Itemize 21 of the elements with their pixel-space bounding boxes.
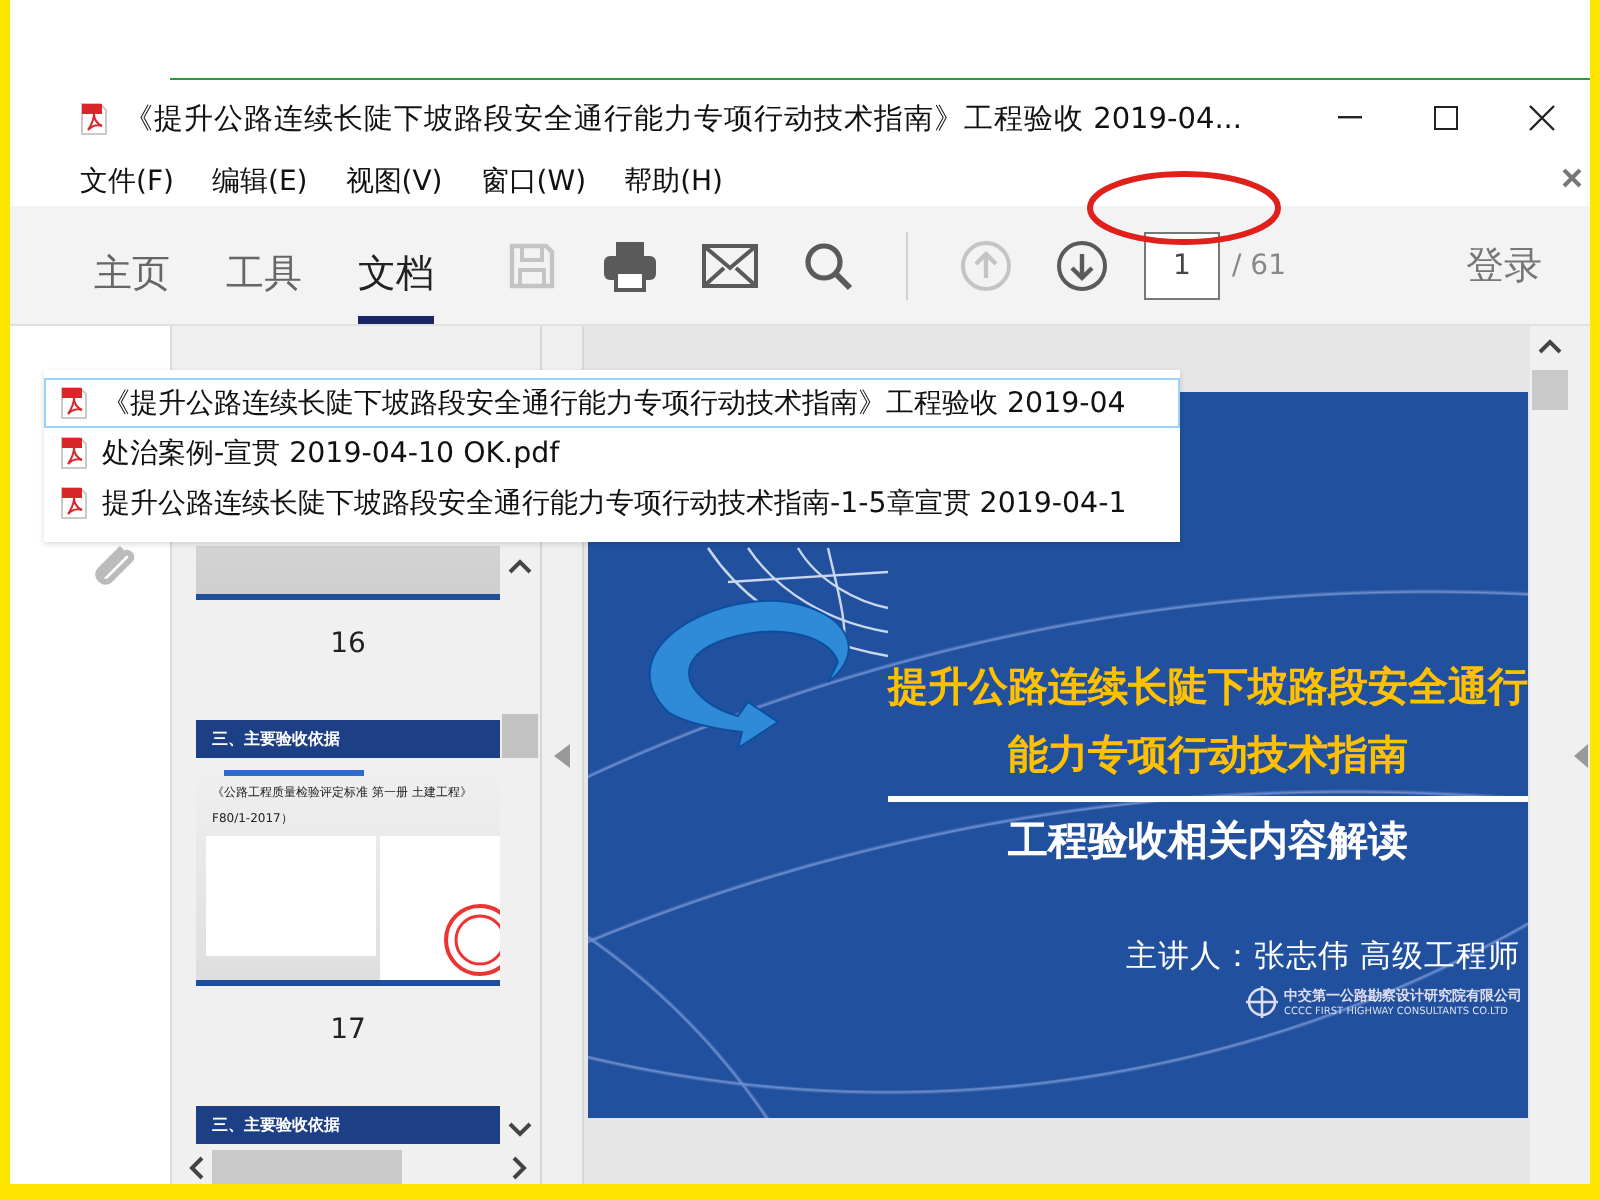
recent-file-item[interactable]: 处治案例-宣贯 2019-04-10 OK.pdf bbox=[44, 428, 1180, 478]
menu-item[interactable]: 视图(V) bbox=[345, 163, 443, 199]
recent-file-item[interactable]: 提升公路连续长陡下坡路段安全通行能力专项行动技术指南-1-5章宣贯 2019-04-1 bbox=[44, 478, 1180, 528]
recent-file-item[interactable]: 《提升公路连续长陡下坡路段安全通行能力专项行动技术指南》工程验收 2019-04 bbox=[44, 378, 1180, 428]
toolbar-tab[interactable]: 主页 bbox=[94, 206, 170, 324]
slide-speaker: 主讲人：张志伟 高级工程师 bbox=[1126, 936, 1520, 978]
slide-title: 能力专项行动技术指南 bbox=[1008, 728, 1408, 782]
menu-item[interactable]: 文件(F) bbox=[80, 163, 174, 199]
menu-item[interactable]: 编辑(E) bbox=[211, 163, 308, 199]
page-number: 16 bbox=[330, 628, 366, 660]
sign-in-link[interactable]: 登录 bbox=[1454, 237, 1554, 293]
menu-item[interactable]: 帮助(H) bbox=[624, 163, 724, 199]
thumbnail-heading: 三、主要验收依据 bbox=[196, 720, 500, 758]
menu-item[interactable]: 窗口(W) bbox=[480, 163, 587, 199]
page-number-field[interactable]: 1 bbox=[1144, 231, 1220, 299]
toolbar-tab[interactable]: 工具 bbox=[226, 206, 302, 324]
window-title: 《提升公路连续长陡下坡路段安全通行能力专项行动技术指南》工程验收 2019-04... bbox=[124, 101, 1245, 137]
page-count: / 61 bbox=[1232, 249, 1286, 281]
slide-subtitle: 工程验收相关内容解读 bbox=[1008, 814, 1408, 868]
page-number: 17 bbox=[330, 1014, 366, 1046]
slide-title: 提升公路连续长陡下坡路段安全通行 bbox=[888, 660, 1528, 714]
